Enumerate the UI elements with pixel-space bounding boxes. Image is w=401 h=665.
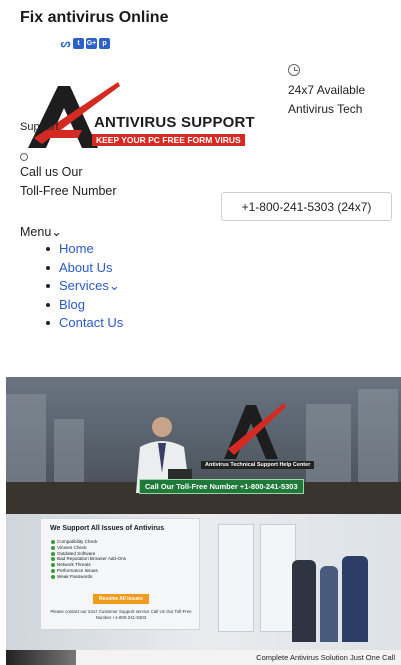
banner-slide-solution: Complete Antivirus Solution Just One Cal… [6, 650, 401, 665]
googleplus-icon[interactable]: G+ [86, 38, 97, 49]
issues-panel: We Support All Issues of Antivirus Compa… [40, 518, 200, 630]
banner-help-center-tag: Antivirus Technical Support Help Center [201, 461, 315, 469]
phone-icon [20, 153, 28, 161]
issue-item: Weak Passwords [51, 574, 126, 580]
nav-item-contact-us[interactable]: Contact Us [44, 314, 123, 333]
issues-contact-text: Please contact our 24x7 Customer Support… [50, 609, 192, 620]
slide-image-strip [6, 650, 76, 665]
menu-toggle[interactable]: Menu⌄ [20, 224, 62, 239]
window-shape [218, 524, 254, 632]
chevron-down-icon: ⌄ [51, 225, 62, 239]
banner-logo-icon [224, 403, 286, 459]
logo-tagline: KEEP YOUR PC FREE FORM VIRUS [92, 134, 245, 146]
social-icons: ᔕ t G+ p [60, 38, 110, 50]
banner-slide-issues: We Support All Issues of Antivirus Compa… [6, 514, 401, 650]
twitter-icon[interactable]: t [73, 38, 84, 49]
hero-banner[interactable]: Antivirus Technical Support Help Center … [6, 377, 401, 665]
resolve-issues-button[interactable]: Resolve All Issues [93, 594, 149, 604]
pinterest-icon[interactable]: p [99, 38, 110, 49]
nav-item-services[interactable]: Services⌄ [44, 277, 123, 296]
availability-text: 24x7 Available Antivirus Tech [288, 83, 366, 116]
stumbleupon-icon[interactable]: ᔕ [60, 38, 71, 50]
nav-item-blog[interactable]: Blog [44, 296, 123, 315]
site-logo[interactable]: ANTIVIRUS SUPPORT KEEP YOUR PC FREE FORM… [20, 78, 275, 156]
issues-list: Compatibility Check Viruses Check Outdat… [51, 539, 126, 580]
person-figure [320, 566, 338, 642]
logo-brand-text: ANTIVIRUS SUPPORT [94, 114, 255, 131]
site-title[interactable]: Fix antivirus Online [20, 9, 168, 27]
main-nav: Home About Us Services⌄ Blog Contact Us [44, 240, 123, 333]
nav-item-home[interactable]: Home [44, 240, 123, 259]
clock-icon [288, 64, 300, 76]
nav-item-services-label: Services [59, 278, 109, 293]
solution-text: Complete Antivirus Solution Just One Cal… [256, 653, 395, 662]
chevron-down-icon: ⌄ [108, 278, 120, 293]
call-us-line1: Call us Our [20, 165, 83, 179]
call-us-line2: Toll-Free Number [20, 184, 117, 198]
person-figure [292, 560, 316, 642]
phone-number-button[interactable]: +1-800-241-5303 (24x7) [221, 192, 392, 221]
issues-heading: We Support All Issues of Antivirus [50, 525, 165, 532]
call-us-block: Call us Our Toll-Free Number [20, 153, 117, 201]
menu-toggle-label: Menu [20, 225, 52, 239]
logo-overlap-text: Support [20, 121, 59, 133]
banner-call-cta[interactable]: Call Our Toll-Free Number +1-800-241-530… [139, 479, 304, 494]
person-figure [342, 556, 368, 642]
window-shape [260, 524, 296, 632]
banner-slide-office: Antivirus Technical Support Help Center … [6, 377, 401, 514]
nav-item-about-us[interactable]: About Us [44, 259, 123, 278]
